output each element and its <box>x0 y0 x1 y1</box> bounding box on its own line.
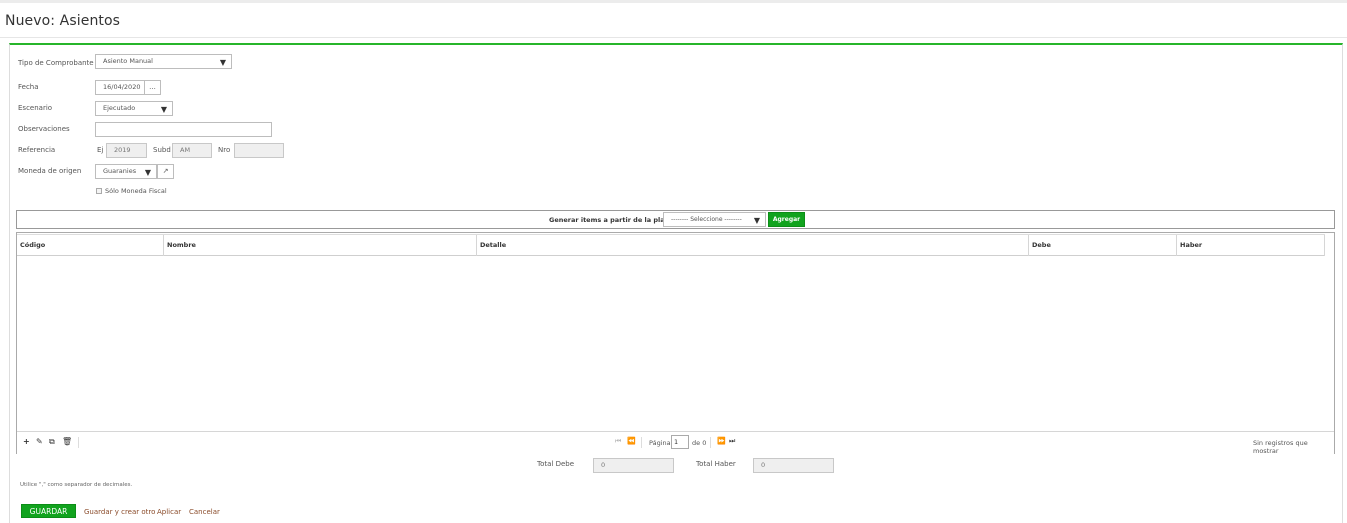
open-external-button[interactable]: ↗ <box>157 164 174 179</box>
footer-divider <box>641 437 642 448</box>
solo-moneda-fiscal-checkbox[interactable] <box>96 188 102 194</box>
add-icon[interactable]: + <box>23 437 30 446</box>
total-debe-field: 0 <box>593 458 674 473</box>
total-haber-label: Total Haber <box>696 460 736 468</box>
page-number-input[interactable]: 1 <box>671 435 689 449</box>
last-page-icon[interactable]: ⏭ <box>729 437 735 446</box>
aplicar-link[interactable]: Aplicar <box>157 508 181 516</box>
column-header-codigo[interactable]: Código <box>17 235 164 256</box>
escenario-select[interactable]: Ejecutado ▼ <box>95 101 173 116</box>
page-label: Página <box>649 439 671 447</box>
referencia-label: Referencia <box>18 146 56 154</box>
footer-divider <box>710 437 711 448</box>
escenario-label: Escenario <box>18 104 53 112</box>
guardar-y-crear-otro-link[interactable]: Guardar y crear otro <box>84 508 155 516</box>
moneda-value: Guaranies <box>103 167 137 175</box>
column-header-nombre[interactable]: Nombre <box>164 235 477 256</box>
decimal-separator-note: Utilice "," como separador de decimales. <box>20 482 133 488</box>
agregar-button[interactable]: Agregar <box>768 212 805 227</box>
total-debe-label: Total Debe <box>537 460 575 468</box>
chevron-down-icon: ▼ <box>160 105 167 114</box>
column-header-haber[interactable]: Haber <box>1177 235 1325 256</box>
nro-input[interactable] <box>234 143 284 158</box>
title-bar: Nuevo: Asientos <box>0 0 1347 38</box>
ej-input[interactable]: 2019 <box>106 143 147 158</box>
template-select[interactable]: -------- Seleccione -------- ▼ <box>663 212 766 227</box>
column-header-detalle[interactable]: Detalle <box>477 235 1029 256</box>
empty-records-text: Sin registros que mostrar <box>1253 439 1308 455</box>
subd-input[interactable]: AM <box>172 143 212 158</box>
tipo-comprobante-label: Tipo de Comprobante <box>18 59 94 67</box>
tipo-comprobante-value: Asiento Manual <box>103 57 153 65</box>
escenario-value: Ejecutado <box>103 104 136 112</box>
ej-label: Ej <box>97 146 104 154</box>
page-count-label: de 0 <box>692 439 707 447</box>
template-bar: Generar items a partir de la plantilla -… <box>16 210 1335 229</box>
fecha-input[interactable]: 16/04/2020 <box>95 80 145 95</box>
template-select-value: -------- Seleccione -------- <box>671 216 742 223</box>
subd-label: Subd <box>153 146 171 154</box>
moneda-select[interactable]: Guaranies ▼ <box>95 164 157 179</box>
external-link-icon: ↗ <box>162 167 169 175</box>
tipo-comprobante-select[interactable]: Asiento Manual ▼ <box>95 54 232 69</box>
footer-divider <box>78 437 79 448</box>
observaciones-input[interactable] <box>95 122 272 137</box>
observaciones-label: Observaciones <box>18 125 70 133</box>
column-header-debe[interactable]: Debe <box>1029 235 1177 256</box>
chevron-down-icon: ▼ <box>144 168 151 177</box>
edit-icon[interactable]: ✎ <box>36 437 43 446</box>
copy-icon[interactable]: ⧉ <box>49 437 55 447</box>
grid-footer: + ✎ ⧉ 🗑 ⏮ ⏪ Página 1 de 0 ⏩ ⏭ Sin regist… <box>17 431 1334 455</box>
next-page-icon[interactable]: ⏩ <box>717 437 726 445</box>
page-title: Nuevo: Asientos <box>5 13 121 29</box>
chevron-down-icon: ▼ <box>753 216 760 225</box>
fecha-label: Fecha <box>18 83 39 91</box>
guardar-button[interactable]: GUARDAR <box>21 504 76 518</box>
total-haber-field: 0 <box>753 458 834 473</box>
date-picker-button[interactable]: ... <box>144 80 161 95</box>
prev-page-icon[interactable]: ⏪ <box>627 437 636 445</box>
moneda-label: Moneda de origen <box>18 167 82 175</box>
cancelar-link[interactable]: Cancelar <box>189 508 220 516</box>
delete-icon[interactable]: 🗑 <box>62 437 72 446</box>
items-grid: Código Nombre Detalle Debe Haber + ✎ ⧉ 🗑… <box>16 232 1335 455</box>
chevron-down-icon: ▼ <box>219 58 226 67</box>
solo-moneda-fiscal-label: Sólo Moneda Fiscal <box>105 187 167 195</box>
first-page-icon[interactable]: ⏮ <box>615 437 621 446</box>
grid-header: Código Nombre Detalle Debe Haber <box>17 234 1325 256</box>
nro-label: Nro <box>218 146 231 154</box>
